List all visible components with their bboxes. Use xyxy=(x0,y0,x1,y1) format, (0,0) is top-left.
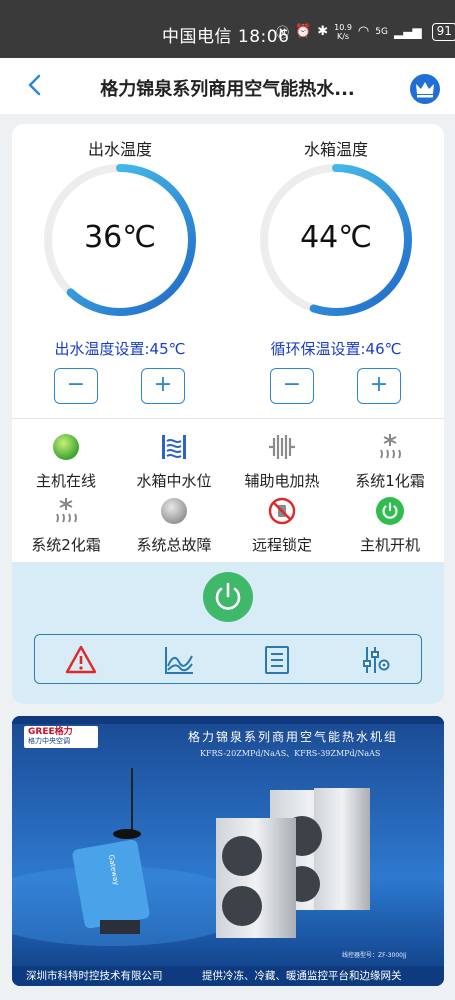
ad-tagline: 提供冷冻、冷藏、暖通监控平台和边缘网关 xyxy=(202,970,402,982)
status-bar: 中国电信 18:06 Ⓝ ⏰ ✱ 10.9 K/s ◠ 5G ▂▄▆ 91 xyxy=(0,0,455,58)
carrier-name: 中国电信 xyxy=(162,27,232,47)
signal-icon: ▂▄▆ xyxy=(393,24,422,39)
status-tank-water-level: 水箱中水位 xyxy=(120,432,228,491)
water-level-icon xyxy=(162,435,186,459)
divider xyxy=(12,418,444,419)
circulation-temp-minus-button[interactable]: − xyxy=(270,368,314,404)
green-dot-icon xyxy=(53,434,79,460)
document-list-icon[interactable] xyxy=(261,644,293,676)
status-host-power-on: 主机开机 xyxy=(336,496,444,555)
battery-indicator: 91 xyxy=(431,22,455,41)
outlet-temp-value: 36℃ xyxy=(84,220,156,255)
bluetooth-icon: ✱ xyxy=(317,24,329,39)
power-button[interactable] xyxy=(203,572,253,622)
status-remote-lock: 远程锁定 xyxy=(228,496,336,555)
alarm-warning-icon[interactable] xyxy=(65,644,97,676)
nfc-icon: Ⓝ xyxy=(276,26,290,41)
net-speed: 10.9 K/s xyxy=(334,22,352,41)
gray-dot-icon xyxy=(161,498,187,524)
status-system1-defrost: 系统1化霜 xyxy=(336,432,444,491)
electric-heat-icon xyxy=(269,435,295,459)
ad-models: KFRS-20ZMPd/NaAS、KFRS-39ZMPd/NaAS xyxy=(200,749,381,758)
circulation-temp-plus-button[interactable]: + xyxy=(357,368,401,404)
crown-icon[interactable] xyxy=(410,74,440,104)
ad-banner[interactable]: GREE格力 格力中央空调 格力锦泉系列商用空气能热水机组 KFRS-20ZMP… xyxy=(12,716,444,986)
trend-chart-icon[interactable] xyxy=(163,644,195,676)
ad-brand-logo: GREE格力 格力中央空调 xyxy=(28,727,73,746)
ad-company: 深圳市科特时控技术有限公司 xyxy=(26,970,163,982)
defrost-icon xyxy=(380,434,401,459)
status-time: 中国电信 18:06 xyxy=(162,22,289,47)
power-on-icon xyxy=(376,497,404,525)
ad-headline: 格力锦泉系列商用空气能热水机组 xyxy=(188,730,399,744)
power-icon xyxy=(215,582,241,610)
alarm-icon: ⏰ xyxy=(295,24,312,39)
tank-temp-label: 水箱温度 xyxy=(303,140,368,159)
device-panel: 出水温度 36℃ 水箱温度 44℃ 出水温度设置:45℃ 循环保温设置:46℃ … xyxy=(12,124,444,704)
function-toolbar xyxy=(34,634,422,684)
control-area xyxy=(12,562,444,704)
circulation-temp-setting[interactable]: 循环保温设置:46℃ xyxy=(236,338,436,359)
defrost-icon xyxy=(56,498,77,523)
tank-temp-value: 44℃ xyxy=(300,220,372,255)
status-system2-defrost: 系统2化霜 xyxy=(12,496,120,555)
status-host-online: 主机在线 xyxy=(12,432,120,491)
status-system-fault: 系统总故障 xyxy=(120,496,228,555)
page-title: 格力锦泉系列商用空气能热水... xyxy=(100,79,355,100)
ad-model-tag: 线控器型号：ZF-3000Jj xyxy=(342,952,407,959)
outlet-temp-plus-button[interactable]: + xyxy=(141,368,185,404)
outlet-temp-label: 出水温度 xyxy=(87,140,152,159)
remote-lock-icon xyxy=(268,497,296,525)
nav-bar: 格力锦泉系列商用空气能热水... xyxy=(0,58,455,114)
status-electric-heating: 辅助电加热 xyxy=(228,432,336,491)
outlet-temp-minus-button[interactable]: − xyxy=(54,368,98,404)
outlet-temp-setting[interactable]: 出水温度设置:45℃ xyxy=(20,338,220,359)
settings-sliders-icon[interactable] xyxy=(359,644,391,676)
status-icons: Ⓝ ⏰ ✱ 10.9 K/s ◠ 5G ▂▄▆ 91 xyxy=(276,22,455,41)
network-type: 5G xyxy=(375,26,388,37)
wifi-icon: ◠ xyxy=(357,24,370,39)
